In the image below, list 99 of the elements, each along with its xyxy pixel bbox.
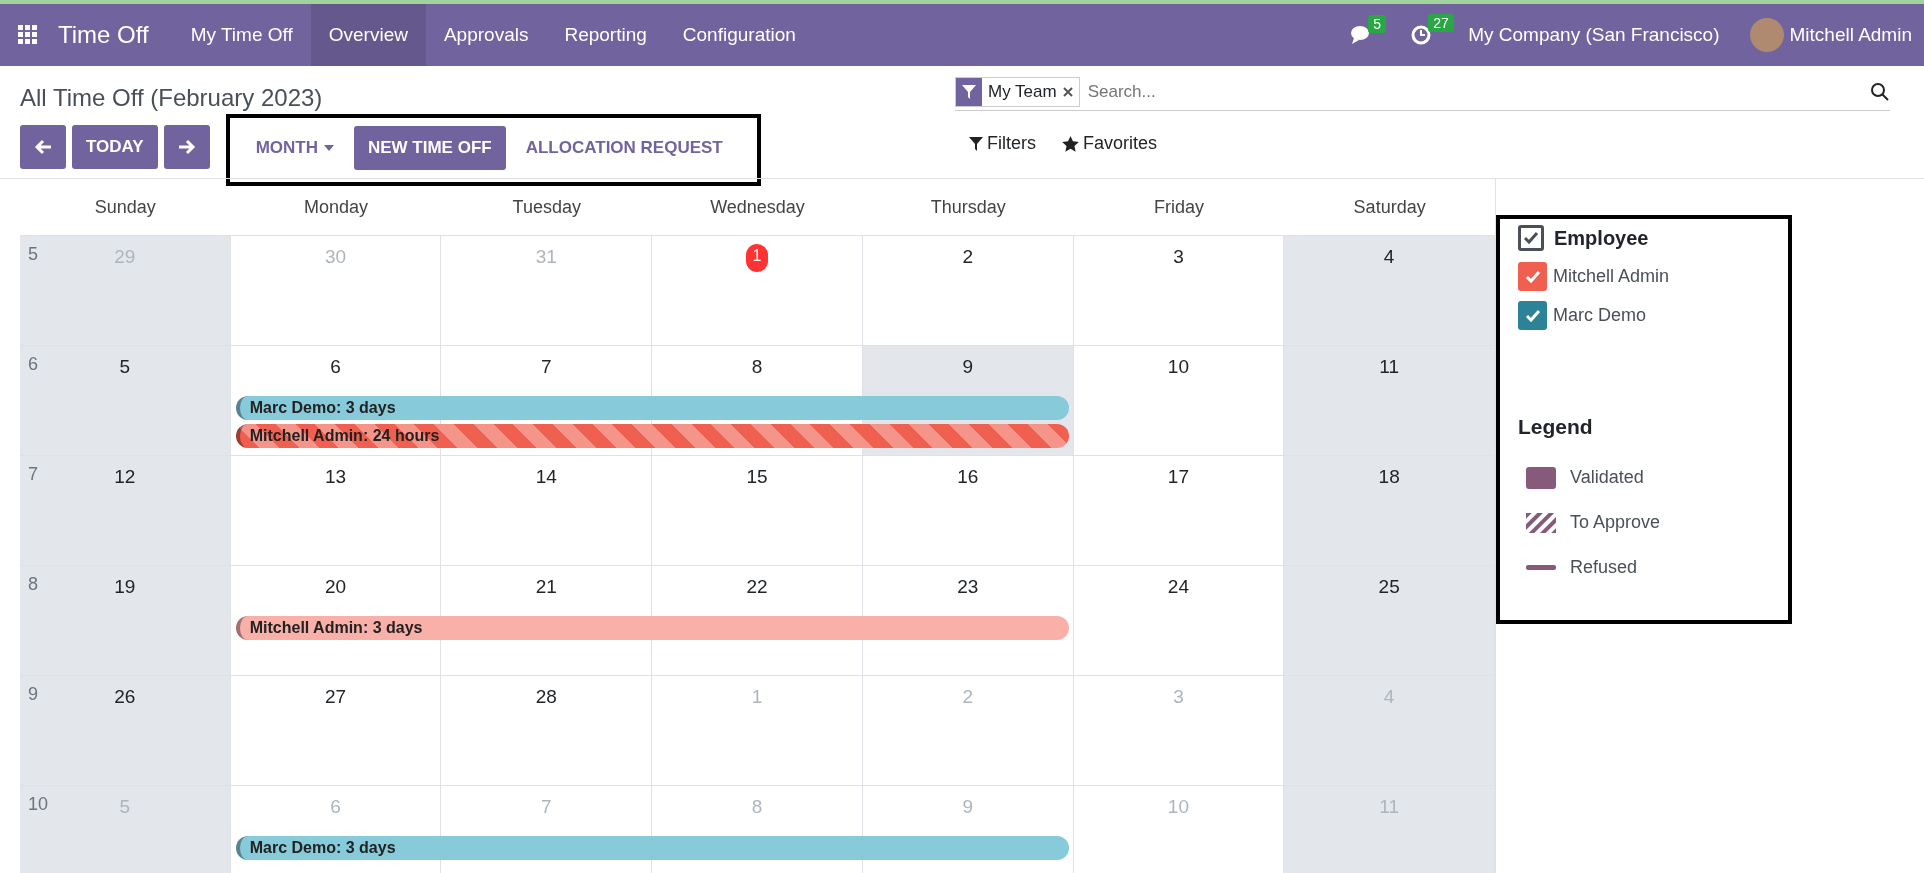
legend-label: Refused	[1570, 557, 1638, 578]
day-number: 11	[1379, 356, 1399, 379]
weekday-header: Wednesday	[709, 196, 806, 218]
day-number: 31	[535, 246, 557, 269]
day-number: 22	[746, 576, 768, 599]
next-button[interactable]	[163, 125, 210, 169]
clock-icon[interactable]	[1410, 24, 1433, 46]
day-number: 16	[957, 466, 979, 489]
employee-name: Mitchell Admin	[1553, 266, 1670, 287]
page-title: All Time Off (February 2023)	[20, 84, 324, 112]
legend-title: Legend	[1518, 415, 1594, 439]
allocation-request-button[interactable]: ALLOCATION REQUEST	[515, 138, 733, 158]
filter-title: Employee	[1554, 226, 1649, 250]
employee-name: Marc Demo	[1553, 305, 1646, 326]
menu-item[interactable]: My Time Off	[172, 4, 311, 66]
search-field[interactable]: My Team Search...	[955, 74, 1890, 111]
day-number: 20	[325, 576, 347, 599]
day-number: 6	[330, 356, 341, 379]
weekday-header: Sunday	[93, 196, 157, 218]
star-icon	[1062, 135, 1079, 152]
day-number: 17	[1167, 466, 1189, 489]
filters-button[interactable]: Filters	[969, 133, 1036, 154]
week-number: 8	[28, 574, 38, 595]
day-number: 10	[1167, 796, 1189, 819]
day-number: 26	[114, 686, 136, 709]
activity-count: 27	[1428, 14, 1454, 32]
caret-icon	[323, 145, 334, 151]
week-number: 7	[28, 464, 38, 485]
weekday-header: Friday	[1152, 196, 1205, 218]
day-number: 9	[962, 356, 973, 379]
day-number: 2	[962, 686, 973, 709]
menu-item[interactable]: Reporting	[546, 4, 665, 66]
day-number: 3	[1173, 686, 1184, 709]
day-number: 8	[751, 796, 763, 819]
day-number: 30	[325, 246, 347, 269]
filter-icon	[969, 136, 983, 151]
day-number: 15	[746, 466, 768, 489]
day-number: 27	[325, 686, 347, 709]
time-off-event[interactable]: Mitchell Admin: 24 hours	[235, 424, 1069, 448]
day-number: 14	[535, 466, 557, 489]
weekday-header: Thursday	[929, 196, 1007, 218]
apps-grid-icon[interactable]	[18, 25, 38, 45]
day-number: 23	[957, 576, 979, 599]
employee-checkbox[interactable]	[1518, 262, 1547, 291]
today-marker: 1	[745, 244, 769, 272]
check-icon	[1523, 231, 1539, 245]
arrow-left-icon	[34, 139, 52, 155]
previous-button[interactable]	[20, 125, 66, 169]
time-off-event[interactable]: Mitchell Admin: 3 days	[235, 616, 1069, 640]
day-number: 7	[541, 796, 552, 819]
day-number: 8	[751, 356, 763, 379]
day-number: 12	[114, 466, 136, 489]
today-button[interactable]: TODAY	[72, 125, 158, 169]
week-number: 5	[28, 244, 38, 265]
legend-label: Validated	[1570, 467, 1644, 488]
user-name[interactable]: Mitchell Admin	[1789, 24, 1912, 46]
search-icon[interactable]	[1870, 82, 1890, 102]
app-name[interactable]: Time Off	[58, 21, 149, 49]
day-number: 25	[1378, 576, 1400, 599]
day-number: 10	[1167, 356, 1189, 379]
week-number: 10	[28, 794, 49, 815]
day-number: 5	[119, 356, 131, 379]
menu-item[interactable]: Approvals	[425, 4, 547, 66]
scale-dropdown[interactable]: MONTH	[245, 138, 344, 158]
day-number: 19	[114, 576, 136, 599]
weekday-header: Monday	[303, 196, 370, 218]
day-number: 3	[1173, 246, 1184, 269]
legend-label: To Approve	[1570, 512, 1661, 533]
day-number: 6	[330, 796, 341, 819]
remove-icon[interactable]	[1062, 87, 1073, 97]
day-number: 9	[962, 796, 973, 819]
day-number: 13	[325, 466, 347, 489]
check-icon	[1524, 308, 1541, 323]
menu-item[interactable]: Overview	[310, 4, 426, 66]
new-time-off-button[interactable]: NEW TIME OFF	[353, 126, 506, 170]
checkbox[interactable]	[1518, 225, 1544, 251]
day-number: 24	[1167, 576, 1189, 599]
day-number: 7	[541, 356, 552, 379]
weekday-header: Tuesday	[511, 196, 582, 218]
day-number: 4	[1383, 246, 1395, 269]
day-number: 28	[535, 686, 557, 709]
search-facet[interactable]: My Team	[955, 77, 1080, 107]
message-count: 5	[1368, 15, 1386, 33]
favorites-button[interactable]: Favorites	[1062, 133, 1158, 154]
check-icon	[1524, 269, 1541, 284]
filter-icon	[962, 85, 976, 99]
time-off-event[interactable]: Marc Demo: 3 days	[235, 396, 1069, 420]
time-off-event[interactable]: Marc Demo: 3 days	[235, 836, 1069, 860]
week-number: 9	[28, 684, 38, 705]
menu-item[interactable]: Configuration	[664, 4, 814, 66]
arrow-right-icon	[177, 139, 196, 155]
week-number: 6	[28, 354, 38, 375]
day-number: 2	[962, 246, 973, 269]
weekday-header: Saturday	[1352, 196, 1427, 218]
company-name[interactable]: My Company (San Francisco)	[1468, 24, 1720, 46]
day-number: 21	[535, 576, 557, 599]
employee-checkbox[interactable]	[1518, 301, 1547, 330]
day-number: 1	[751, 686, 763, 709]
day-number: 18	[1378, 466, 1400, 489]
